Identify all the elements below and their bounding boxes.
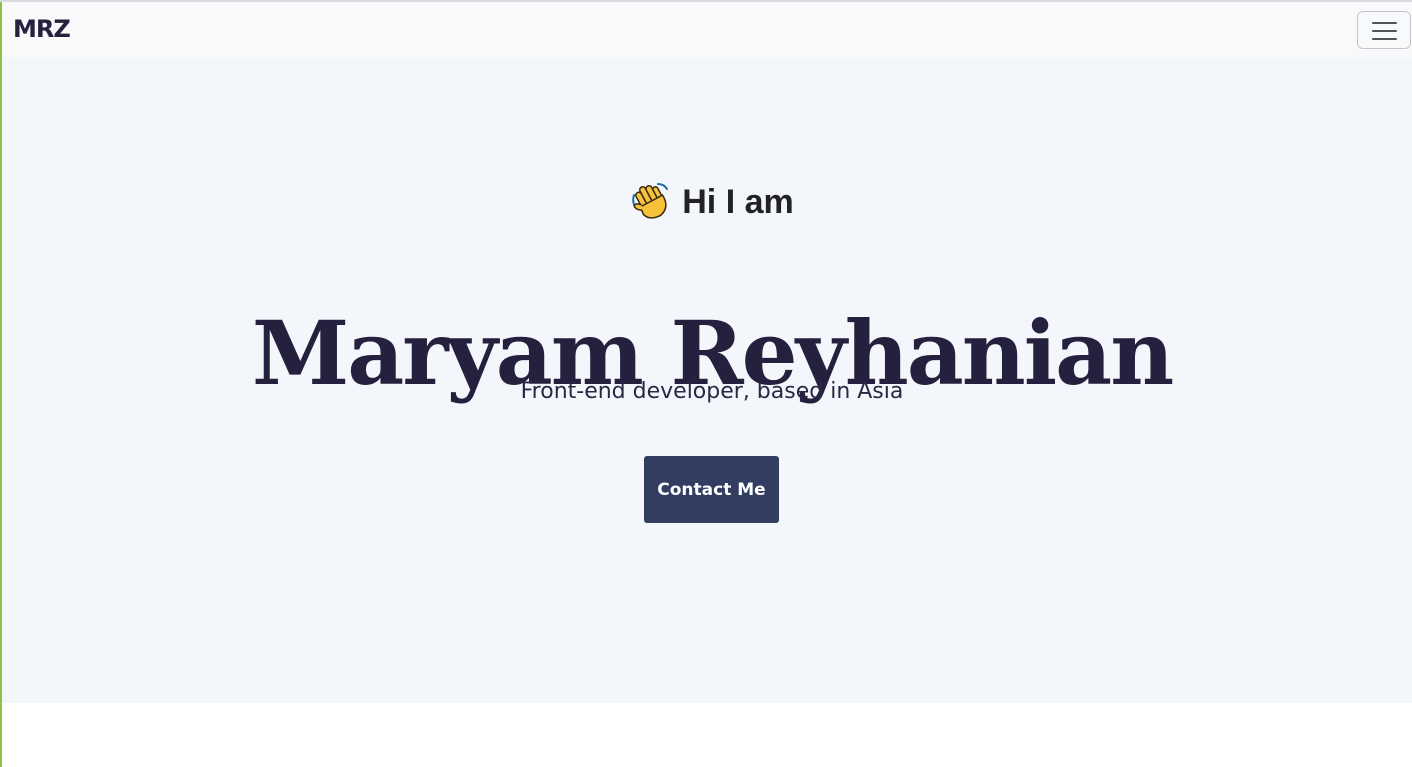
greeting-text: Hi I am bbox=[682, 183, 794, 221]
waving-hand-icon bbox=[630, 181, 672, 221]
contact-me-button[interactable]: Contact Me bbox=[644, 456, 779, 523]
hero-section: Hi I am Maryam Reyhanian Front-end devel… bbox=[2, 58, 1412, 703]
greeting-heading: Hi I am bbox=[2, 182, 1412, 224]
navbar: MRZ bbox=[2, 2, 1412, 58]
hamburger-menu-icon bbox=[1372, 22, 1397, 41]
hero-tagline: Front-end developer, based in Asia bbox=[520, 379, 904, 404]
navbar-toggler-button[interactable] bbox=[1357, 11, 1411, 49]
brand-logo[interactable]: MRZ bbox=[13, 14, 71, 44]
page: MRZ Hi I am Maryam Reyhanian Front-end d… bbox=[0, 0, 1412, 767]
